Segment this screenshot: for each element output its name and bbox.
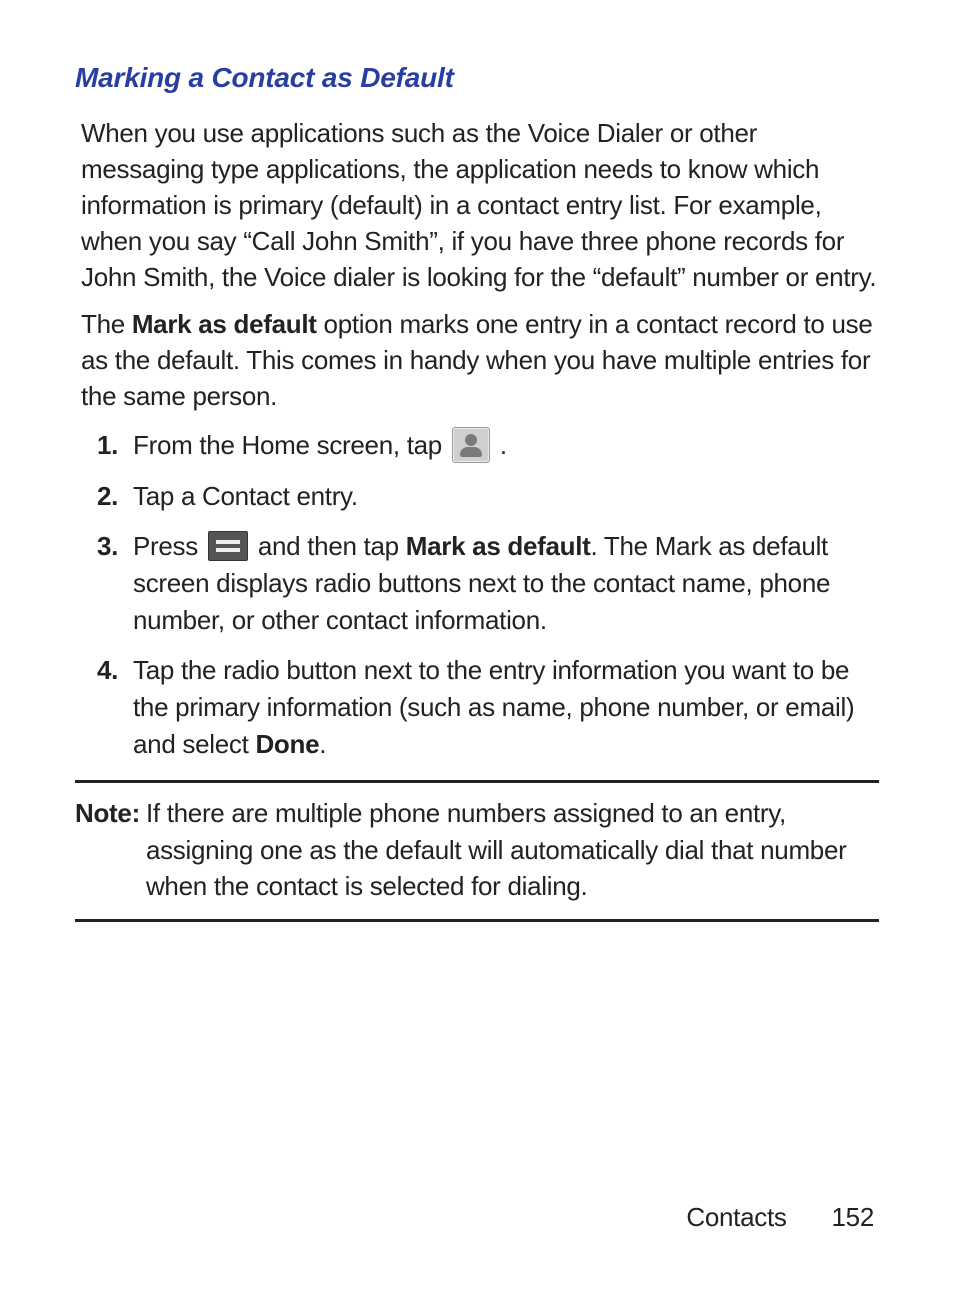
step-number: 3. [75,528,133,565]
intro-paragraph-1: When you use applications such as the Vo… [81,116,879,295]
step-3: 3. Press and then tap Mark as default. T… [75,528,879,639]
note-block: Note: If there are multiple phone number… [75,780,879,921]
page-footer: Contacts 152 [686,1202,874,1233]
done-bold: Done [255,729,319,759]
step-4: 4. Tap the radio button next to the entr… [75,652,879,763]
footer-section: Contacts [686,1202,786,1232]
step-3-text-b: and then tap [258,531,406,561]
step-number: 2. [75,478,133,515]
intro-paragraph-2: The Mark as default option marks one ent… [81,307,879,415]
step-3-text-a: Press [133,531,205,561]
step-1-text-b: . [500,430,507,460]
page-title: Marking a Contact as Default [75,62,879,94]
step-number: 4. [75,652,133,689]
step-1-text-a: From the Home screen, tap [133,430,449,460]
mark-as-default-bold: Mark as default [406,531,591,561]
step-body: Tap a Contact entry. [133,478,879,515]
step-number: 1. [75,427,133,464]
step-body: Tap the radio button next to the entry i… [133,652,879,763]
step-4-text-a: Tap the radio button next to the entry i… [133,655,854,759]
contacts-app-icon [452,427,490,463]
step-body: From the Home screen, tap . [133,427,879,465]
mark-as-default-bold: Mark as default [132,309,317,339]
footer-page-number: 152 [832,1202,874,1232]
step-1: 1. From the Home screen, tap . [75,427,879,465]
steps-list: 1. From the Home screen, tap . 2. Tap a … [75,427,879,762]
menu-key-icon [208,531,248,561]
step-2: 2. Tap a Contact entry. [75,478,879,515]
step-4-text-b: . [319,729,326,759]
note-label: Note: [75,795,140,904]
note-text: If there are multiple phone numbers assi… [146,795,879,904]
para2-pre: The [81,309,132,339]
step-body: Press and then tap Mark as default. The … [133,528,879,639]
